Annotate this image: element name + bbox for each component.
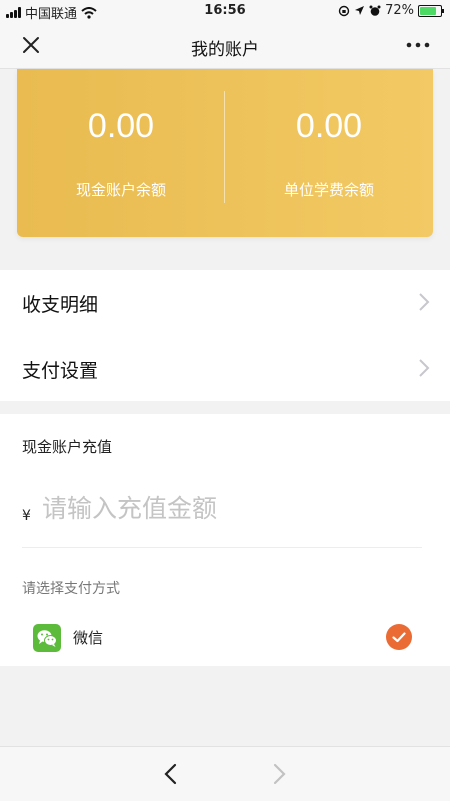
alarm-icon (369, 5, 381, 16)
status-bar: 中国联通 16:56 72% (0, 0, 450, 22)
pay-method-label: 请选择支付方式 (22, 581, 120, 597)
unit-tuition-label: 单位学费余额 (283, 181, 374, 199)
orientation-lock-icon (338, 5, 350, 16)
status-right: 72% (338, 3, 444, 18)
input-underline (22, 547, 422, 548)
nav-bar: 我的账户 (0, 22, 450, 69)
currency-symbol: ¥ (22, 508, 31, 524)
menu-item-payment-settings[interactable]: 支付设置 (0, 336, 450, 402)
recharge-section: 现金账户充值 ¥ 请选择支付方式 微信 (0, 414, 450, 666)
menu-section: 收支明细 支付设置 (0, 270, 450, 401)
menu-item-label: 收支明细 (22, 294, 99, 316)
chevron-right-icon (419, 359, 430, 377)
pay-option-wechat[interactable]: 微信 (0, 614, 450, 662)
check-icon (386, 624, 412, 650)
balance-card: 0.00 现金账户余额 0.00 单位学费余额 (17, 69, 433, 237)
chevron-right-icon (419, 293, 430, 311)
amount-input[interactable] (42, 488, 422, 528)
back-arrow-icon[interactable] (160, 761, 182, 787)
unit-tuition-amount: 0.00 (295, 107, 363, 145)
battery-icon (418, 4, 444, 17)
battery-percent: 72% (385, 3, 414, 18)
menu-item-transactions[interactable]: 收支明细 (0, 270, 450, 336)
forward-arrow-icon[interactable] (268, 761, 290, 787)
cash-balance[interactable]: 0.00 现金账户余额 (17, 69, 225, 237)
bottom-toolbar (0, 746, 450, 801)
recharge-title: 现金账户充值 (22, 438, 113, 456)
cash-balance-label: 现金账户余额 (75, 181, 166, 199)
cash-balance-amount: 0.00 (87, 107, 155, 145)
location-icon (355, 6, 365, 15)
menu-item-label: 支付设置 (22, 360, 99, 382)
page-title: 我的账户 (191, 40, 259, 60)
more-icon[interactable] (404, 32, 432, 58)
wechat-icon (33, 624, 61, 652)
unit-tuition-balance[interactable]: 0.00 单位学费余额 (225, 69, 433, 237)
pay-method-name: 微信 (73, 629, 104, 647)
